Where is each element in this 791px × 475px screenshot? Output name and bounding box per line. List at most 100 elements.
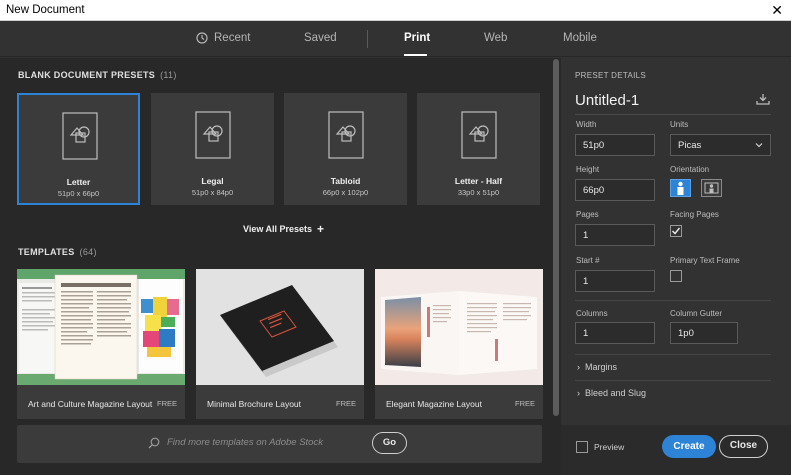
height-value: 66p0 [583, 185, 605, 196]
preset-size: 51p0 x 84p0 [191, 188, 234, 197]
document-preset-icon [461, 111, 497, 159]
width-value: 51p0 [583, 140, 605, 151]
preset-card-letter-half[interactable]: Letter - Half 33p0 x 51p0 [417, 93, 540, 205]
adobe-stock-search-bar: Find more templates on Adobe Stock Go [17, 425, 542, 463]
magazine-spread-thumbnail-image [375, 269, 543, 385]
save-preset-icon[interactable] [756, 93, 770, 105]
template-card-elegant-magazine[interactable]: Elegant Magazine Layout FREE [375, 269, 543, 419]
plus-icon: + [317, 222, 325, 236]
category-tabs: Recent Saved Print Web Mobile [0, 21, 791, 57]
tab-saved[interactable]: Saved [304, 32, 337, 44]
start-page-field[interactable]: 1 [575, 270, 655, 292]
dialog-footer: Preview Create Close [561, 425, 791, 475]
units-label: Units [670, 120, 689, 129]
stock-go-button[interactable]: Go [372, 432, 407, 454]
preset-name: Tabloid [330, 176, 361, 186]
presets-scrollbar[interactable] [552, 58, 561, 418]
pages-label: Pages [576, 210, 599, 219]
pages-value: 1 [583, 230, 589, 241]
window-title: New Document [6, 4, 85, 16]
close-button[interactable]: Close [719, 435, 768, 458]
chevron-right-icon: › [577, 388, 580, 398]
clock-icon [196, 32, 208, 44]
tab-print[interactable]: Print [404, 32, 430, 44]
templates-count: (64) [79, 247, 97, 257]
tab-mobile[interactable]: Mobile [563, 32, 597, 44]
brochure-thumbnail-image [196, 269, 364, 385]
section-divider [575, 300, 771, 301]
height-field[interactable]: 66p0 [575, 179, 655, 201]
preset-size: 51p0 x 66p0 [57, 189, 100, 198]
free-badge: FREE [514, 399, 535, 408]
preview-checkbox[interactable] [576, 441, 588, 453]
template-thumbnail [375, 269, 543, 385]
width-field[interactable]: 51p0 [575, 134, 655, 156]
magazine-thumbnail-image [17, 269, 185, 385]
stock-search-input[interactable]: Find more templates on Adobe Stock [167, 437, 323, 448]
free-badge: FREE [335, 399, 356, 408]
tab-separator [367, 30, 368, 48]
start-value: 1 [583, 276, 589, 287]
landscape-orientation-icon[interactable] [701, 179, 722, 197]
presets-title-text: BLANK DOCUMENT PRESETS [18, 70, 156, 80]
margins-label: Margins [585, 362, 618, 372]
document-preset-icon [195, 111, 231, 159]
presets-count: (11) [160, 70, 177, 80]
presets-browser: BLANK DOCUMENT PRESETS (11) Letter 51p0 x… [0, 58, 561, 475]
template-thumbnail [196, 269, 364, 385]
margins-section-toggle[interactable]: › Margins [577, 362, 617, 372]
window-titlebar: New Document ✕ [0, 0, 791, 21]
bleed-slug-section-toggle[interactable]: › Bleed and Slug [577, 388, 646, 398]
scrollbar-thumb[interactable] [553, 59, 559, 416]
preset-name: Legal [201, 176, 224, 186]
document-preset-icon [62, 112, 98, 160]
window-close-button[interactable]: ✕ [771, 2, 783, 18]
preset-card-tabloid[interactable]: Tabloid 66p0 x 102p0 [284, 93, 407, 205]
column-gutter-label: Column Gutter [670, 309, 723, 318]
tab-recent[interactable]: Recent [196, 32, 250, 44]
orientation-label: Orientation [670, 165, 710, 174]
checkmark-icon [671, 227, 681, 235]
free-badge: FREE [156, 399, 177, 408]
columns-field[interactable]: 1 [575, 322, 655, 344]
presets-section-title: BLANK DOCUMENT PRESETS (11) [18, 70, 177, 80]
view-all-presets-link[interactable]: View All Presets + [243, 222, 324, 236]
document-name-input[interactable]: Untitled-1 [575, 92, 639, 109]
preset-card-legal[interactable]: Legal 51p0 x 84p0 [151, 93, 274, 205]
units-select[interactable]: Picas [670, 134, 771, 156]
template-name: Elegant Magazine Layout [386, 399, 482, 409]
section-divider [575, 354, 771, 355]
start-label: Start # [576, 256, 600, 265]
tab-web[interactable]: Web [484, 32, 507, 44]
template-card-minimal-brochure[interactable]: Minimal Brochure Layout FREE [196, 269, 364, 419]
preset-details-title: PRESET DETAILS [575, 71, 647, 80]
templates-title-text: TEMPLATES [18, 247, 75, 257]
primary-text-frame-checkbox[interactable] [670, 270, 682, 282]
chevron-down-icon [755, 143, 763, 148]
columns-label: Columns [576, 309, 608, 318]
template-card-art-culture[interactable]: Art and Culture Magazine Layout FREE [17, 269, 185, 419]
gutter-value: 1p0 [678, 328, 694, 339]
pages-field[interactable]: 1 [575, 224, 655, 246]
width-label: Width [576, 120, 597, 129]
units-value: Picas [678, 140, 702, 151]
preset-size: 33p0 x 51p0 [457, 188, 500, 197]
preset-size: 66p0 x 102p0 [322, 188, 369, 197]
facing-pages-label: Facing Pages [670, 210, 719, 219]
portrait-orientation-icon[interactable] [670, 179, 691, 197]
primary-text-frame-label: Primary Text Frame [670, 256, 740, 265]
columns-value: 1 [583, 328, 589, 339]
templates-section-title: TEMPLATES (64) [18, 247, 97, 257]
chevron-right-icon: › [577, 362, 580, 372]
search-icon [148, 437, 160, 449]
create-button[interactable]: Create [662, 435, 716, 458]
bleed-slug-label: Bleed and Slug [585, 388, 647, 398]
active-tab-indicator [404, 54, 427, 56]
view-all-label: View All Presets [243, 224, 313, 234]
template-thumbnail [17, 269, 185, 385]
name-underline [575, 114, 771, 115]
column-gutter-field[interactable]: 1p0 [670, 322, 738, 344]
preset-card-letter[interactable]: Letter 51p0 x 66p0 [17, 93, 140, 205]
template-name: Minimal Brochure Layout [207, 399, 302, 409]
facing-pages-checkbox[interactable] [670, 225, 682, 237]
